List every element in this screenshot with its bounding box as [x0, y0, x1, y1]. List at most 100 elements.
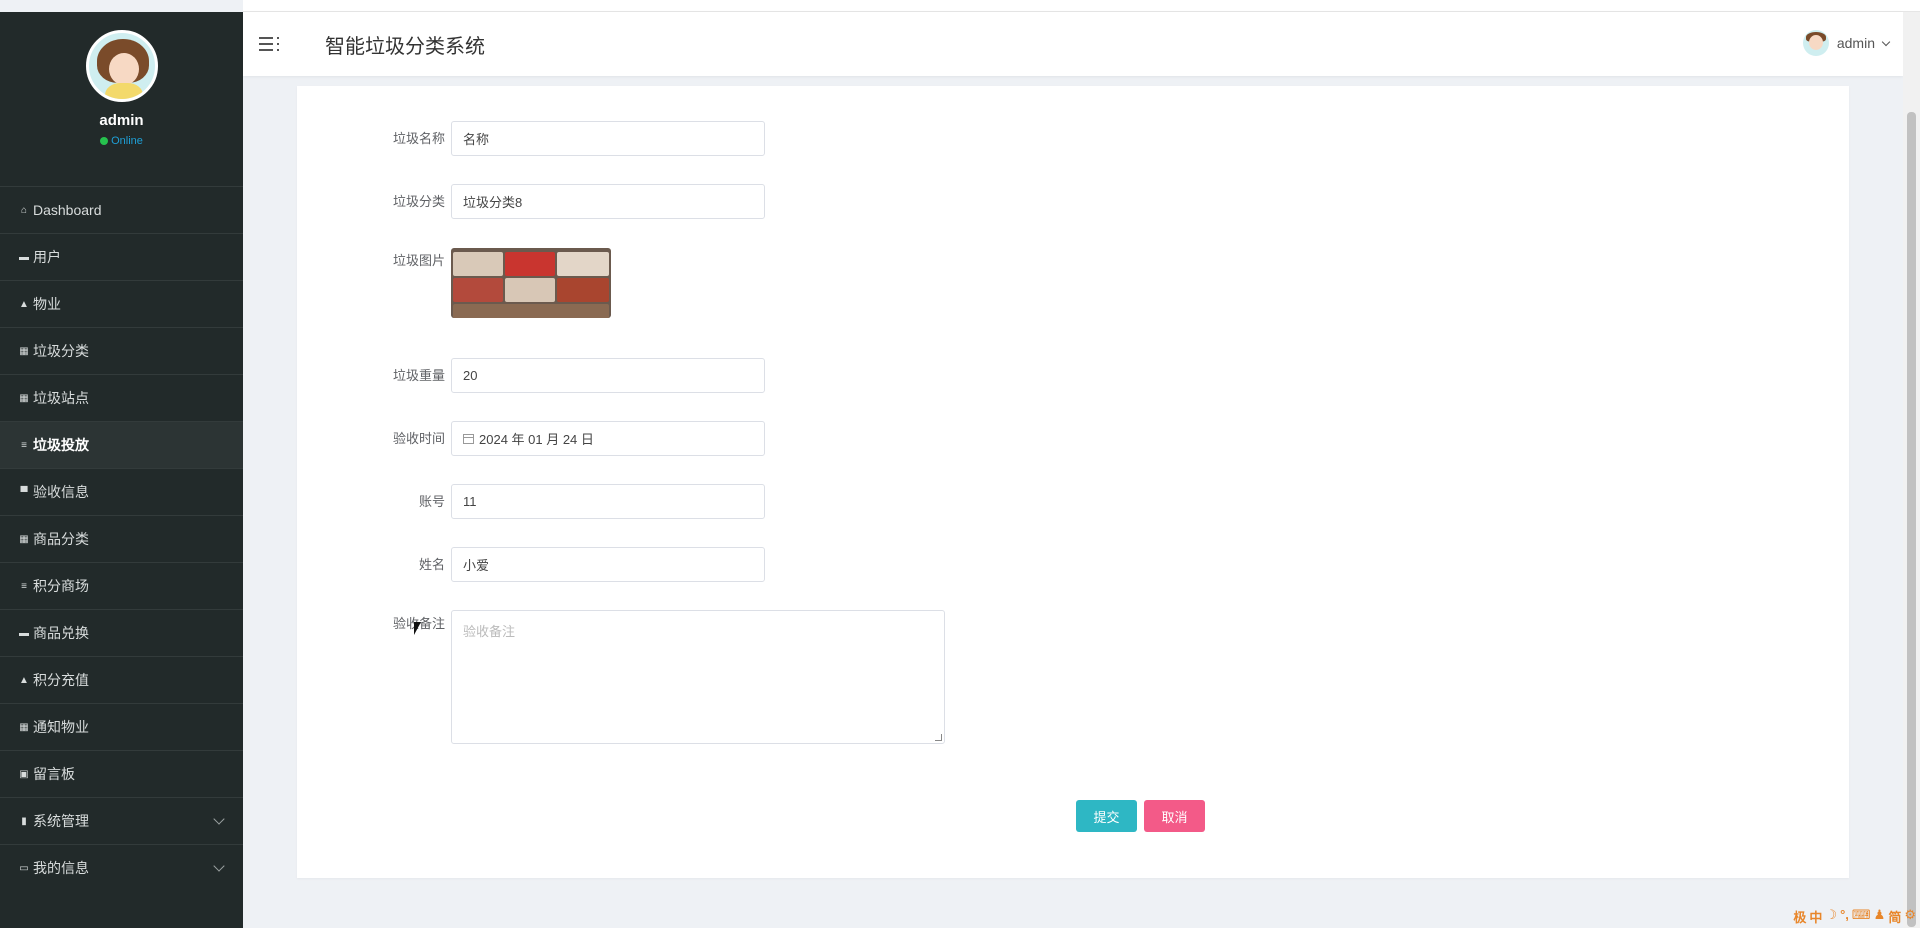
field-label: 垃圾图片	[392, 253, 445, 268]
name-input[interactable]: 小爱	[451, 547, 765, 582]
avatar	[85, 30, 158, 102]
form-row-time: 验收时间 2024 年 01 月 24 日	[297, 421, 765, 456]
sidebar-item-product-exchange[interactable]: ▬ 商品兑换	[0, 609, 243, 656]
garbage-name-input[interactable]: 名称	[451, 121, 765, 156]
field-label: 垃圾重量	[392, 368, 445, 383]
form-row-account: 账号 11	[297, 484, 765, 519]
sidebar-item-notify-property[interactable]: ▦ 通知物业	[0, 703, 243, 750]
garbage-image[interactable]	[451, 248, 611, 318]
acceptance-remark-textarea[interactable]: 验收备注	[451, 610, 945, 744]
input-value: 小爱	[463, 558, 490, 573]
sidebar-item-label: 物业	[33, 296, 61, 312]
profile-name: admin	[99, 112, 144, 129]
sidebar-item-system-management[interactable]: ▮ 系统管理	[0, 797, 243, 844]
sidebar-item-label: 商品兑换	[33, 625, 89, 641]
user-menu[interactable]: admin	[1802, 30, 1891, 56]
field-label: 姓名	[418, 557, 445, 572]
gear-icon[interactable]: ⚙	[1904, 907, 1916, 926]
sidebar-item-acceptance-info[interactable]: ▀ 验收信息	[0, 468, 243, 515]
field-label: 垃圾分类	[392, 194, 445, 209]
input-value: 20	[463, 368, 478, 383]
online-dot-icon	[100, 137, 109, 145]
page-scrollbar[interactable]	[1903, 12, 1920, 928]
cancel-button[interactable]: 取消	[1144, 800, 1205, 832]
sidebar-item-label: 垃圾站点	[33, 390, 89, 406]
form-row-category: 垃圾分类 垃圾分类8	[297, 184, 765, 219]
ime-simplified-mode[interactable]: 简	[1888, 907, 1901, 926]
punctuation-icon[interactable]: °,	[1840, 907, 1849, 926]
sidebar-item-product-category[interactable]: ▦ 商品分类	[0, 515, 243, 562]
user-icon: ▲	[19, 674, 29, 686]
list-icon: ≡	[21, 439, 27, 451]
sidebar-item-my-info[interactable]: ▭ 我的信息	[0, 844, 243, 891]
sidebar-item-message-board[interactable]: ▣ 留言板	[0, 750, 243, 797]
sidebar-item-label: 用户	[33, 249, 61, 265]
ime-toolbar: 极 中 ☽ °, ⌨ ♟ 简 ⚙	[1793, 907, 1916, 926]
input-value: 垃圾分类8	[463, 195, 523, 210]
ime-chinese-mode[interactable]: 中	[1809, 907, 1822, 926]
sidebar-item-dashboard[interactable]: ⌂ Dashboard	[0, 186, 243, 233]
user-name: admin	[1836, 35, 1875, 51]
calendar-icon	[463, 433, 474, 444]
grid-icon: ▦	[19, 721, 29, 733]
form-row-name: 垃圾名称 名称	[297, 121, 765, 156]
resize-handle[interactable]	[935, 734, 942, 741]
field-label: 验收时间	[392, 431, 445, 446]
user-icon: ▲	[19, 298, 29, 310]
moon-icon[interactable]: ☽	[1825, 907, 1837, 926]
keyboard-icon[interactable]: ⌨	[1852, 907, 1871, 926]
field-label: 验收备注	[392, 616, 445, 631]
submit-button[interactable]: 提交	[1076, 800, 1137, 832]
sidebar-item-points-mall[interactable]: ≡ 积分商场	[0, 562, 243, 609]
user-icon[interactable]: ♟	[1874, 907, 1886, 926]
table-icon: ▦	[19, 533, 29, 545]
garbage-category-input[interactable]: 垃圾分类8	[451, 184, 765, 219]
home-icon: ⌂	[20, 204, 28, 216]
chevron-down-icon	[213, 813, 225, 825]
garbage-weight-input[interactable]: 20	[451, 358, 765, 393]
grid-icon: ▦	[19, 345, 29, 357]
mouse-cursor-icon	[414, 622, 421, 635]
acceptance-date-picker[interactable]: 2024 年 01 月 24 日	[451, 421, 765, 456]
sidebar-profile: admin Online	[0, 12, 243, 186]
menu-toggle-icon[interactable]	[259, 33, 281, 55]
sidebar-item-label: 垃圾分类	[33, 343, 89, 359]
sidebar-menu: ⌂ Dashboard ▬ 用户 ▲ 物业 ▦ 垃圾分类 ▦ 垃圾站点 ≡ 垃圾投放 ▀ 验收…	[0, 186, 243, 891]
input-value: 11	[463, 494, 477, 509]
sidebar-item-label: 积分充值	[33, 672, 89, 688]
sidebar: admin Online ⌂ Dashboard ▬ 用户 ▲ 物业 ▦ 垃圾分类 ▦ 垃…	[0, 12, 243, 928]
profile-status-text: Online	[111, 135, 143, 147]
sidebar-item-label: 商品分类	[33, 531, 89, 547]
user-avatar	[1802, 30, 1829, 56]
textarea-placeholder: 验收备注	[463, 624, 516, 639]
form-row-person: 姓名 小爱	[297, 547, 765, 582]
account-input[interactable]: 11	[451, 484, 765, 519]
field-label: 账号	[418, 494, 445, 509]
chevron-down-icon	[213, 860, 225, 872]
id-card-icon: ▭	[19, 862, 29, 874]
sidebar-item-points-recharge[interactable]: ▲ 积分充值	[0, 656, 243, 703]
sidebar-item-users[interactable]: ▬ 用户	[0, 233, 243, 280]
sidebar-item-property[interactable]: ▲ 物业	[0, 280, 243, 327]
sidebar-item-garbage-station[interactable]: ▦ 垃圾站点	[0, 374, 243, 421]
sidebar-item-label: 积分商场	[33, 578, 89, 594]
field-label: 垃圾名称	[392, 131, 445, 146]
sidebar-item-garbage-drop[interactable]: ≡ 垃圾投放	[0, 421, 243, 468]
top-strip	[243, 0, 1920, 12]
sidebar-item-label: 验收信息	[33, 484, 89, 500]
profile-status: Online	[100, 135, 143, 147]
users-icon: ▬	[19, 251, 29, 263]
form-row-weight: 垃圾重量 20	[297, 358, 765, 393]
app-title: 智能垃圾分类系统	[325, 35, 485, 58]
scrollbar-thumb[interactable]	[1907, 112, 1916, 927]
grid-icon: ▦	[19, 392, 29, 404]
sidebar-item-label: 我的信息	[33, 860, 89, 876]
sidebar-item-label: Dashboard	[33, 202, 102, 218]
clipboard-icon: ▣	[19, 768, 29, 780]
bar-chart-icon: ▮	[21, 815, 27, 827]
form-card: 垃圾名称 名称 垃圾分类 垃圾分类8 垃圾图片 垃圾重量 20 验收时间 202…	[297, 86, 1849, 878]
ime-logo-icon[interactable]: 极	[1793, 907, 1806, 926]
input-value: 2024 年 01 月 24 日	[479, 432, 594, 447]
sidebar-item-garbage-category[interactable]: ▦ 垃圾分类	[0, 327, 243, 374]
sidebar-item-label: 垃圾投放	[33, 437, 89, 453]
